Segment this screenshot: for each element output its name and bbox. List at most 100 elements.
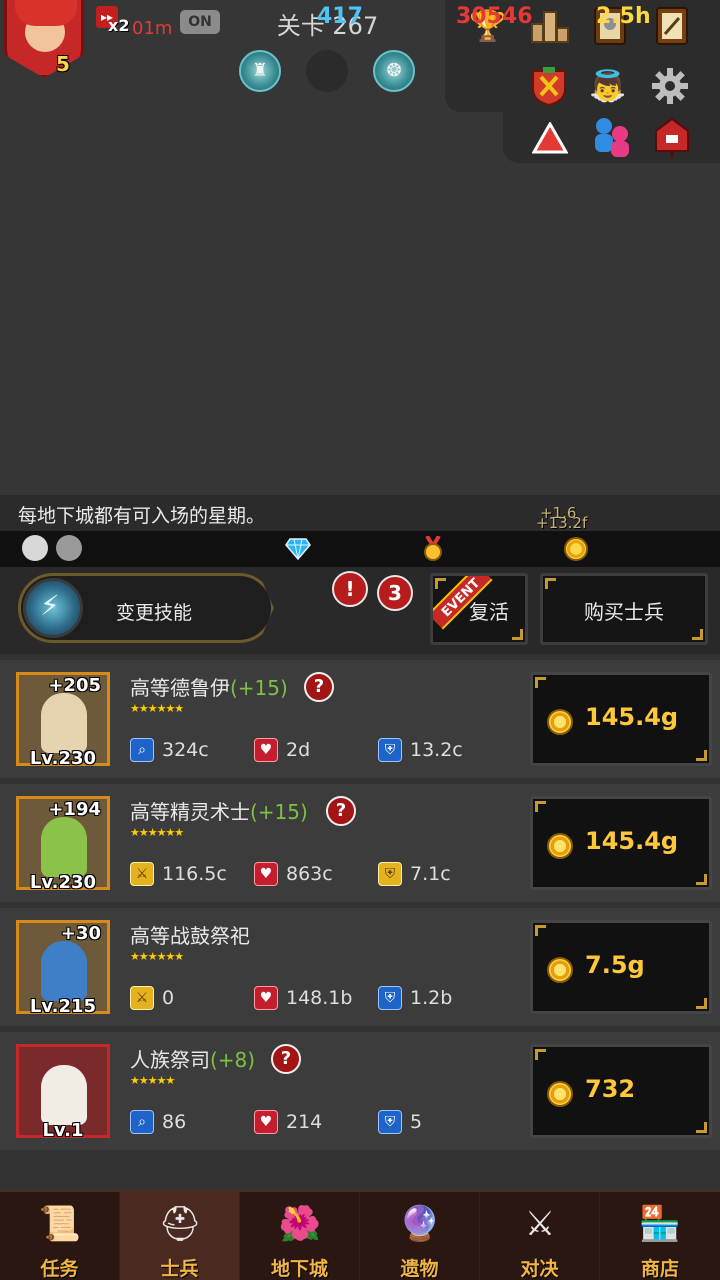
- scroll-icon: 📜: [38, 1204, 82, 1244]
- stat-health: ♥ 863c: [254, 861, 333, 887]
- tab-label: 遗物: [400, 1258, 439, 1280]
- revive-button[interactable]: EVENT 复活: [430, 573, 528, 645]
- unit-portrait[interactable]: +30 Lv.215: [16, 920, 110, 1017]
- alert-badge[interactable]: !: [332, 571, 368, 607]
- unit-name-text: 高等战鼓祭祀: [130, 924, 250, 948]
- tab-label: 商店: [640, 1258, 679, 1280]
- tab-soldiers[interactable]: ⛑ 士兵: [120, 1192, 240, 1280]
- friends-icon[interactable]: [590, 114, 634, 158]
- heart-icon: ♥: [254, 738, 278, 762]
- tab-label: 士兵: [160, 1258, 199, 1280]
- unit-name-text: 人族祭司: [130, 1048, 210, 1072]
- unit-plus: +194: [48, 799, 101, 820]
- shield-icon: ⛨: [378, 986, 402, 1010]
- help-icon[interactable]: ?: [271, 1044, 301, 1074]
- angel-icon[interactable]: 👼: [586, 64, 630, 108]
- action-row: 变更技能 ! 3 EVENT 复活 购买士兵: [0, 567, 720, 654]
- buff-orb-left[interactable]: ♜: [239, 50, 281, 92]
- bottom-nav: 📜 任务 ⛑ 士兵 🌺 地下城 🔮 遗物 ⚔ 对决 🏪 商店: [0, 1190, 720, 1280]
- unit-stars: ★★★★★★: [130, 950, 184, 963]
- help-icon[interactable]: ?: [304, 672, 334, 702]
- stat-defense: ⛨ 1.2b: [378, 985, 452, 1011]
- tab-label: 任务: [40, 1258, 79, 1280]
- buff-orb-right[interactable]: ❂: [373, 50, 415, 92]
- unit-bonus: (+8): [210, 1048, 256, 1072]
- count-badge[interactable]: 3: [377, 575, 413, 611]
- unit-name: 高等精灵术士(+15): [130, 796, 308, 825]
- stat-value: 86: [162, 1111, 187, 1133]
- stat-attack: ⚔ 0: [130, 985, 174, 1011]
- unit-bonus: (+15): [230, 676, 288, 700]
- help-icon[interactable]: ?: [326, 796, 356, 826]
- shield-crest-icon[interactable]: [527, 64, 571, 108]
- unit-name-text: 高等德鲁伊: [130, 676, 230, 700]
- stat-value: 5: [410, 1111, 423, 1133]
- sword-icon: ⚔: [130, 986, 154, 1010]
- gold-coin-icon: [564, 537, 588, 561]
- stat-value: 214: [286, 1111, 323, 1133]
- tab-shop[interactable]: 🏪 商店: [600, 1192, 720, 1280]
- upgrade-price: 145.4g: [585, 827, 679, 855]
- buff-orb-empty[interactable]: [306, 50, 348, 92]
- game-area: 5 ▸▸ x2 01m ON 关卡 267 ♜ ❂ 🏆 👼: [0, 0, 720, 495]
- ranking-icon[interactable]: [528, 4, 572, 48]
- tip-bar: 每地下城都有可入场的星期。: [0, 495, 720, 531]
- unit-name: 人族祭司(+8): [130, 1044, 255, 1073]
- unit-level: Lv.1: [42, 1120, 84, 1141]
- unit-portrait[interactable]: Lv.1: [16, 1044, 110, 1141]
- medal-count: 30546: [456, 4, 533, 29]
- tower-icon: ♜: [251, 60, 269, 81]
- medal-icon: [424, 536, 442, 561]
- unit-name: 高等德鲁伊(+15): [130, 672, 288, 701]
- unit-plus: +30: [60, 923, 101, 944]
- resource-bar: [0, 531, 720, 567]
- relic-orb-icon: 🔮: [398, 1204, 442, 1244]
- stat-attack: ⚔ 116.5c: [130, 861, 227, 887]
- tab-quest[interactable]: 📜 任务: [0, 1192, 120, 1280]
- shield-icon: ⛨: [378, 738, 402, 762]
- tab-duel[interactable]: ⚔ 对决: [480, 1192, 600, 1280]
- mini-hero-icon: [22, 535, 48, 561]
- buy-soldier-button[interactable]: 购买士兵: [540, 573, 708, 645]
- unit-portrait[interactable]: +194 Lv.230: [16, 796, 110, 893]
- unit-row: Lv.1 人族祭司(+8) ? ★★★★★ ⌕ 86 ♥ 214 ⛨ 5 732: [0, 1032, 720, 1150]
- druid-figure-icon: [41, 693, 87, 753]
- tab-dungeon[interactable]: 🌺 地下城: [240, 1192, 360, 1280]
- mini-helmet-icon: [56, 535, 82, 561]
- upgrade-button[interactable]: 732: [530, 1044, 712, 1138]
- sword-icon: ⚔: [130, 862, 154, 886]
- unit-portrait[interactable]: +205 Lv.230: [16, 672, 110, 769]
- scroll-book-icon[interactable]: [650, 4, 694, 48]
- stat-attack: ⌕ 86: [130, 1109, 186, 1135]
- stat-defense: ⛨ 5: [378, 1109, 422, 1135]
- upgrade-button[interactable]: 145.4g: [530, 796, 712, 890]
- shop-icon: 🏪: [638, 1204, 682, 1244]
- unit-level: Lv.215: [29, 996, 97, 1017]
- upgrade-button[interactable]: 145.4g: [530, 672, 712, 766]
- drum-priest-figure-icon: [41, 941, 87, 1001]
- warning-triangle-icon[interactable]: [528, 116, 572, 160]
- elf-figure-icon: [41, 817, 87, 877]
- heart-icon: ♥: [254, 1110, 278, 1134]
- unit-level: Lv.230: [29, 748, 97, 769]
- stat-health: ♥ 2d: [254, 737, 310, 763]
- stat-value: 2d: [286, 739, 311, 761]
- gold-coin-icon: [547, 709, 573, 735]
- upgrade-price: 732: [585, 1075, 636, 1103]
- tab-label: 地下城: [270, 1258, 328, 1280]
- magnifier-icon: ⌕: [130, 738, 154, 762]
- change-skill-button[interactable]: 变更技能: [18, 573, 274, 643]
- gold-coin-icon: [547, 833, 573, 859]
- unit-name: 高等战鼓祭祀: [130, 920, 250, 949]
- upgrade-button[interactable]: 7.5g: [530, 920, 712, 1014]
- unit-level: Lv.230: [29, 872, 97, 893]
- heart-icon: ♥: [254, 986, 278, 1010]
- gear-icon[interactable]: [648, 64, 692, 108]
- stat-value: 324c: [162, 739, 209, 761]
- tab-relics[interactable]: 🔮 遗物: [360, 1192, 480, 1280]
- unit-row: +30 Lv.215 高等战鼓祭祀 ★★★★★★ ⚔ 0 ♥ 148.1b ⛨ 1.2…: [0, 908, 720, 1026]
- stat-health: ♥ 214: [254, 1109, 322, 1135]
- stat-value: 13.2c: [410, 739, 463, 761]
- mailbox-icon[interactable]: [650, 114, 694, 158]
- lightning-tower-icon: [23, 578, 83, 638]
